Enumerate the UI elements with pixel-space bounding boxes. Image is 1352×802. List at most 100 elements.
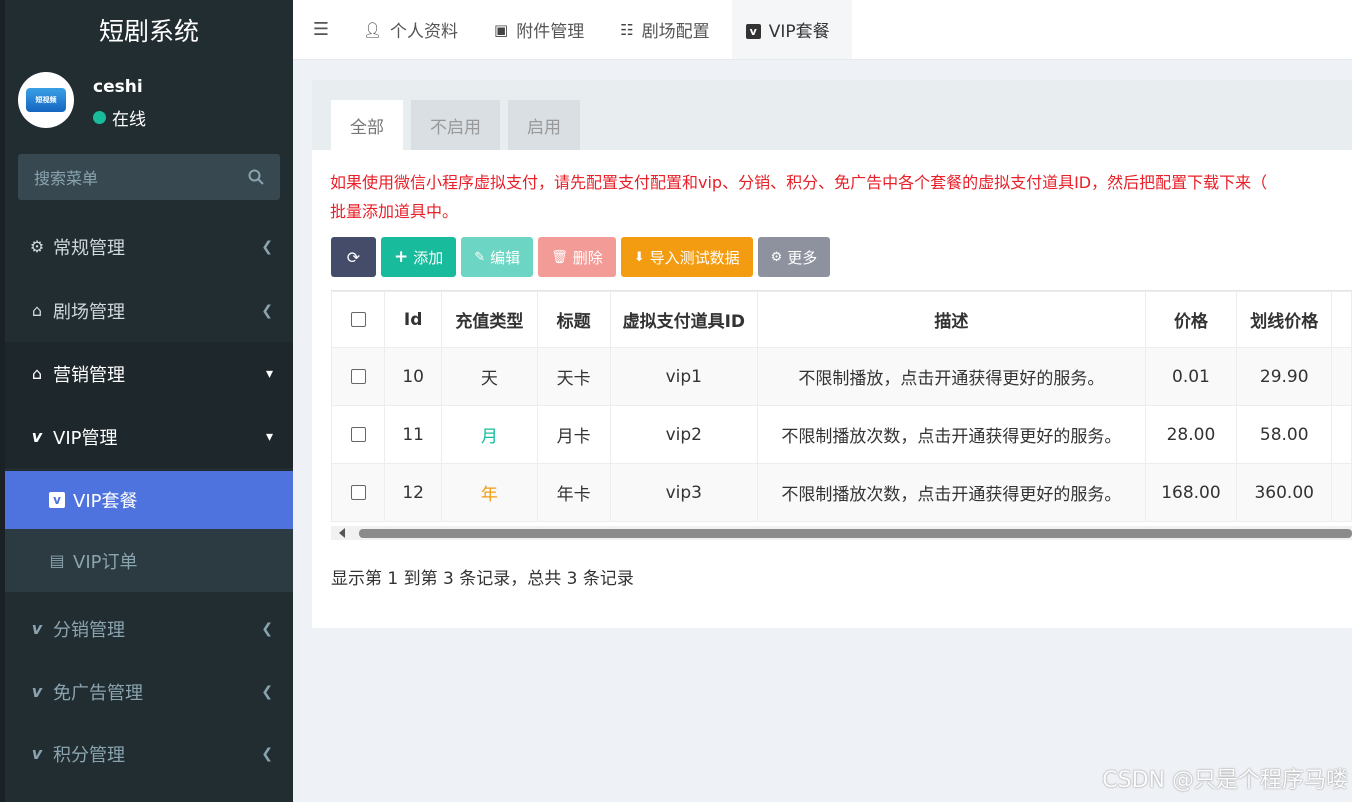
- sidebar-item-general[interactable]: ⚙ 常规管理 ❮: [5, 215, 293, 278]
- vimeo-square-icon: v: [47, 492, 67, 508]
- sidebar-item-distribution[interactable]: v 分销管理 ❮: [5, 597, 293, 660]
- cell-id: 12: [384, 463, 443, 522]
- cell-type: 天: [441, 347, 538, 406]
- cell-id: 11: [384, 405, 443, 464]
- tab-theater-config[interactable]: ☷ 剧场配置: [606, 0, 731, 59]
- column-header-price[interactable]: 价格: [1144, 291, 1238, 348]
- select-all-checkbox[interactable]: [350, 312, 366, 327]
- tab-label: 个人资料: [390, 22, 459, 42]
- menu-search-input[interactable]: 搜索菜单: [18, 154, 280, 200]
- row-checkbox-cell[interactable]: [331, 405, 386, 464]
- cell-id: 10: [384, 347, 443, 406]
- sidebar-item-label: 营销管理: [53, 364, 125, 386]
- tab-profile[interactable]: 👤︎ 个人资料: [349, 0, 480, 59]
- cell-extra: [1331, 347, 1352, 406]
- search-icon[interactable]: [248, 169, 264, 185]
- delete-button[interactable]: 🗑︎ 删除: [538, 237, 616, 277]
- sidebar-item-marketing[interactable]: ⌂ 营销管理 ▾: [5, 342, 293, 405]
- search-placeholder: 搜索菜单: [34, 169, 99, 188]
- refresh-button[interactable]: ⟳: [331, 237, 376, 277]
- sidebar-item-vip-package[interactable]: v VIP套餐: [5, 471, 293, 529]
- sidebar-item-theater[interactable]: ⌂ 剧场管理 ❮: [5, 279, 293, 342]
- content-panel: 全部 不启用 启用 如果使用微信小程序虚拟支付，请先配置支付配置和vip、分销、…: [312, 80, 1352, 628]
- avatar[interactable]: 短视频: [18, 72, 74, 128]
- column-header-title[interactable]: 标题: [536, 291, 611, 348]
- table-header-row: Id 充值类型 标题 虚拟支付道具ID 描述 价格 划线价格: [331, 291, 1352, 348]
- row-checkbox[interactable]: [350, 369, 366, 384]
- cell-type: 月: [441, 405, 538, 464]
- column-header-prop-id[interactable]: 虚拟支付道具ID: [609, 291, 759, 348]
- top-navbar: ☰ 👤︎ 个人资料 ▣ 附件管理 ☷ 剧场配置 v VIP套餐: [293, 0, 1352, 60]
- user-name: ceshi: [93, 77, 143, 97]
- add-button[interactable]: + 添加: [381, 237, 457, 277]
- online-dot-icon: [93, 111, 106, 124]
- cell-prop-id: vip3: [609, 463, 759, 522]
- cell-desc: 不限制播放次数，点击开通获得更好的服务。: [757, 463, 1146, 522]
- gears-icon: ⚙: [29, 237, 45, 256]
- cell-prop-id: vip1: [609, 347, 759, 406]
- avatar-logo: 短视频: [26, 88, 66, 112]
- download-circle-icon: ⬇: [633, 249, 645, 265]
- sidebar-item-vip-orders[interactable]: ▤ VIP订单: [5, 529, 293, 592]
- sidebar-item-adfree[interactable]: v 免广告管理 ❮: [5, 660, 293, 723]
- table-row[interactable]: 12 年 年卡 vip3 不限制播放次数，点击开通获得更好的服务。 168.00…: [331, 463, 1352, 522]
- column-header-extra: [1331, 291, 1352, 348]
- cell-orig-price: 360.00: [1236, 463, 1333, 522]
- column-header-type[interactable]: 充值类型: [441, 291, 538, 348]
- scroll-left-icon[interactable]: [339, 528, 345, 538]
- row-checkbox[interactable]: [350, 427, 366, 442]
- filter-tab-all[interactable]: 全部: [331, 100, 403, 150]
- edit-button-label: 编辑: [490, 248, 521, 267]
- delete-button-label: 删除: [572, 248, 603, 267]
- tab-vip-package[interactable]: v VIP套餐: [731, 0, 852, 59]
- column-header-orig-price[interactable]: 划线价格: [1236, 291, 1333, 348]
- sidebar-item-label: VIP套餐: [73, 491, 138, 512]
- image-icon: ▣: [494, 20, 509, 39]
- cell-orig-price: 58.00: [1236, 405, 1333, 464]
- sidebar-item-label: 剧场管理: [53, 301, 125, 323]
- edit-button[interactable]: ✎ 编辑: [461, 237, 534, 277]
- gear-icon: ⚙: [770, 249, 783, 265]
- pagination-info: 显示第 1 到第 3 条记录，总共 3 条记录: [331, 569, 634, 589]
- tab-attachments[interactable]: ▣ 附件管理: [480, 0, 606, 59]
- import-test-data-button[interactable]: ⬇ 导入测试数据: [620, 237, 753, 277]
- table-row[interactable]: 11 月 月卡 vip2 不限制播放次数，点击开通获得更好的服务。 28.00 …: [331, 405, 1352, 464]
- user-panel: 短视频 ceshi 在线: [18, 72, 278, 130]
- sidebar-item-vip[interactable]: v VIP管理 ▾: [5, 405, 293, 468]
- chevron-left-icon: ❮: [261, 302, 273, 319]
- cell-extra: [1331, 463, 1352, 522]
- cell-title: 天卡: [536, 347, 611, 406]
- row-checkbox[interactable]: [350, 485, 366, 500]
- filter-tab-disabled[interactable]: 不启用: [411, 100, 500, 150]
- sidebar-item-label: 分销管理: [53, 619, 125, 641]
- vip-package-table: Id 充值类型 标题 虚拟支付道具ID 描述 价格 划线价格 10 天 天卡 v…: [331, 290, 1352, 535]
- sidebar-item-label: 免广告管理: [53, 682, 143, 704]
- row-checkbox-cell[interactable]: [331, 463, 386, 522]
- horizontal-scrollbar[interactable]: [331, 526, 1352, 540]
- cell-title: 月卡: [536, 405, 611, 464]
- row-checkbox-cell[interactable]: [331, 347, 386, 406]
- cell-price: 28.00: [1144, 405, 1238, 464]
- more-button[interactable]: ⚙ 更多: [757, 237, 831, 277]
- table-row[interactable]: 10 天 天卡 vip1 不限制播放，点击开通获得更好的服务。 0.01 29.…: [331, 347, 1352, 406]
- column-header-id[interactable]: Id: [384, 291, 443, 348]
- sidebar-item-label: VIP管理: [53, 427, 118, 449]
- select-all-checkbox-cell[interactable]: [331, 291, 386, 348]
- vimeo-icon: v: [31, 682, 43, 701]
- import-button-label: 导入测试数据: [649, 248, 740, 267]
- user-icon: 👤︎: [363, 20, 383, 39]
- filter-tab-enabled[interactable]: 启用: [508, 100, 580, 150]
- add-button-label: 添加: [413, 248, 444, 267]
- menu-toggle-icon[interactable]: ☰: [293, 0, 349, 59]
- user-status: 在线: [93, 105, 146, 130]
- tab-label: 附件管理: [516, 22, 585, 42]
- column-header-desc[interactable]: 描述: [757, 291, 1146, 348]
- scrollbar-thumb[interactable]: [359, 529, 1352, 538]
- sidebar-item-points[interactable]: v 积分管理 ❮: [5, 722, 293, 785]
- more-button-label: 更多: [787, 248, 818, 267]
- refresh-icon: ⟳: [346, 247, 361, 267]
- notice-line-1: 如果使用微信小程序虚拟支付，请先配置支付配置和vip、分销、积分、免广告中各个套…: [330, 173, 1268, 192]
- vimeo-icon: v: [31, 619, 43, 638]
- cell-extra: [1331, 405, 1352, 464]
- home-icon: ⌂: [31, 301, 43, 320]
